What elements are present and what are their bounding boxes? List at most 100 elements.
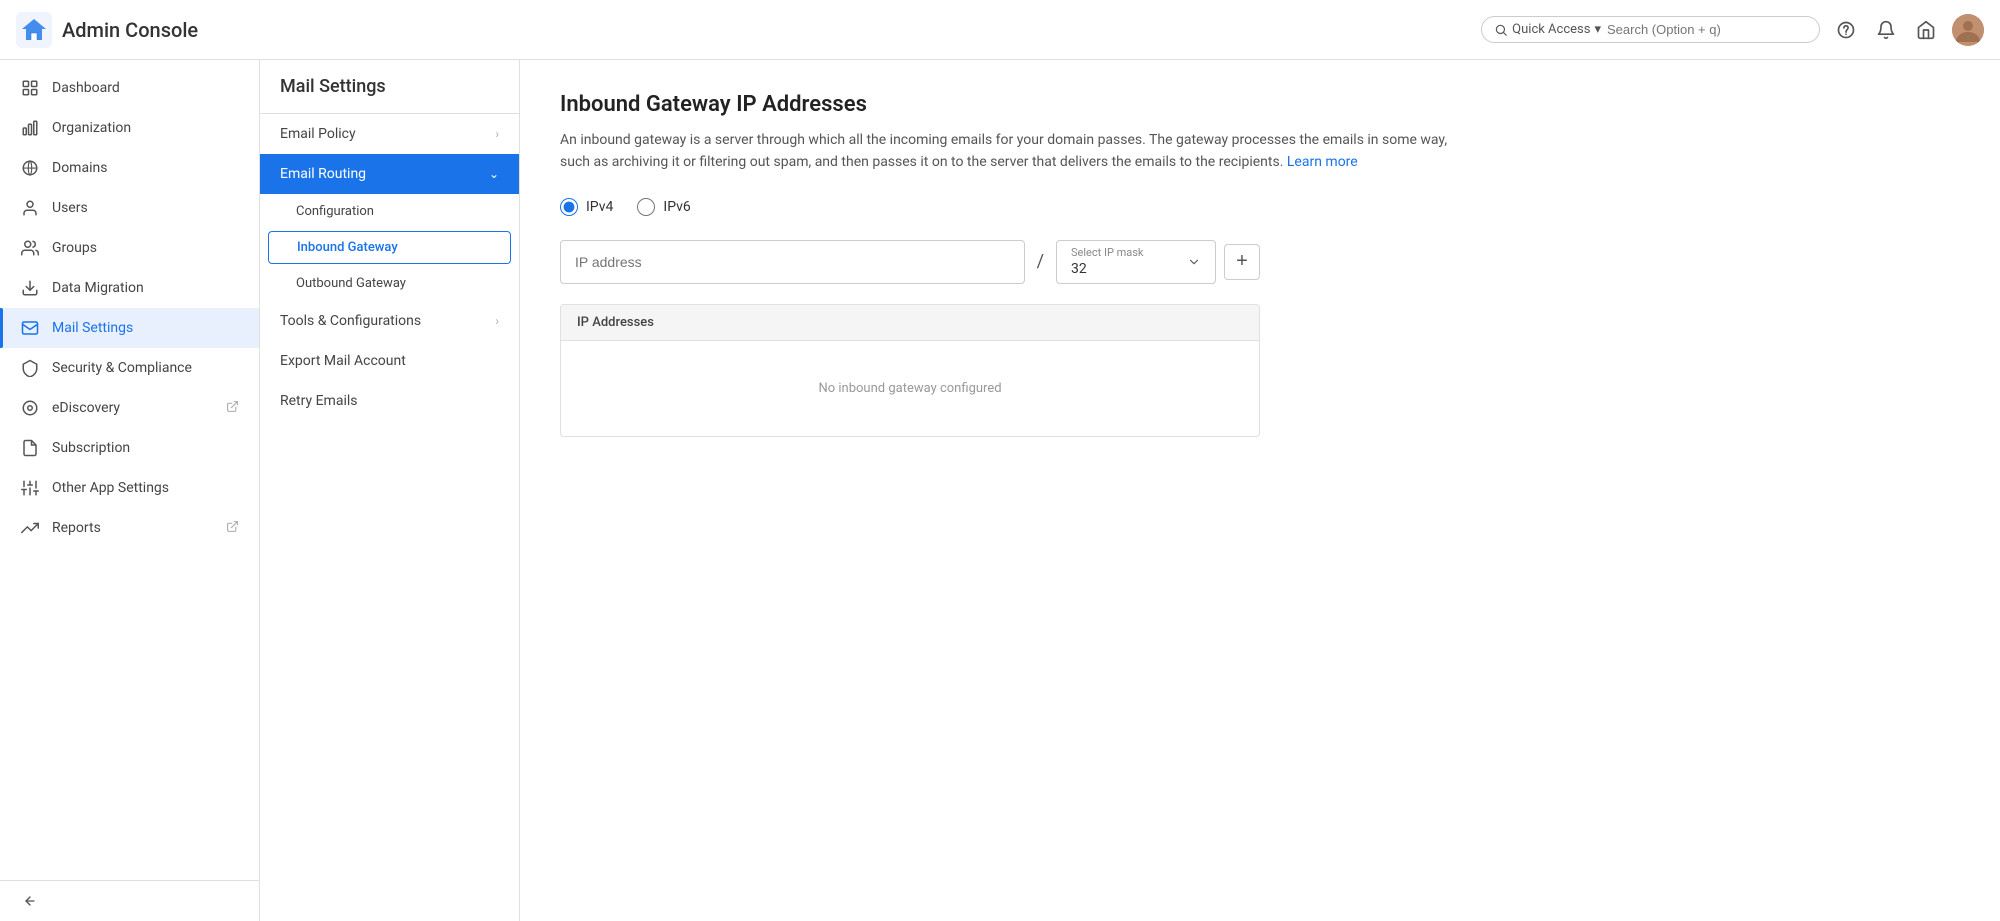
sidebar-bottom: [0, 880, 259, 921]
sec-nav-label-configuration: Configuration: [296, 204, 374, 219]
globe-icon: [20, 158, 40, 178]
ipv6-radio-input[interactable]: [637, 198, 655, 216]
sidebar-item-security-compliance[interactable]: Security & Compliance: [0, 348, 259, 388]
sidebar-item-domains[interactable]: Domains: [0, 148, 259, 188]
app-title: Admin Console: [62, 18, 198, 42]
sec-nav-label-inbound-gateway: Inbound Gateway: [297, 240, 398, 255]
ip-address-input[interactable]: [560, 240, 1025, 284]
sidebar-item-other-app-settings[interactable]: Other App Settings: [0, 468, 259, 508]
sidebar: Dashboard Organization Domains: [0, 60, 260, 921]
sidebar-label-ediscovery: eDiscovery: [52, 400, 214, 416]
mail-icon: [20, 318, 40, 338]
sec-nav-email-policy[interactable]: Email Policy ›: [260, 114, 519, 154]
avatar[interactable]: [1952, 14, 1984, 46]
top-header: Admin Console Quick Access ▾: [0, 0, 2000, 60]
ip-addresses-table: IP Addresses No inbound gateway configur…: [560, 304, 1260, 437]
sidebar-item-users[interactable]: Users: [0, 188, 259, 228]
sidebar-item-mail-settings[interactable]: Mail Settings: [0, 308, 259, 348]
user-icon: [20, 198, 40, 218]
home-icon: [16, 12, 52, 48]
ipv6-radio-option[interactable]: IPv6: [637, 198, 690, 216]
disc-icon: [20, 398, 40, 418]
ipv6-radio-label: IPv6: [663, 199, 690, 215]
avatar-image: [1952, 14, 1984, 46]
sidebar-label-domains: Domains: [52, 160, 239, 176]
collapse-icon: [20, 893, 36, 909]
sec-nav-inbound-gateway[interactable]: Inbound Gateway: [268, 231, 511, 264]
add-ip-button[interactable]: +: [1224, 244, 1260, 280]
external-icon-reports: [226, 520, 239, 536]
chevron-right-icon-email-policy: ›: [495, 127, 499, 141]
sec-nav-retry-emails[interactable]: Retry Emails: [260, 381, 519, 421]
sidebar-label-groups: Groups: [52, 240, 239, 256]
external-icon-ediscovery: [226, 400, 239, 416]
learn-more-link[interactable]: Learn more: [1287, 154, 1358, 170]
sidebar-label-security-compliance: Security & Compliance: [52, 360, 239, 376]
ip-table-empty-message: No inbound gateway configured: [561, 341, 1259, 436]
sidebar-label-dashboard: Dashboard: [52, 80, 239, 96]
sec-nav-configuration[interactable]: Configuration: [260, 194, 519, 229]
sec-nav-tools-configurations[interactable]: Tools & Configurations ›: [260, 301, 519, 341]
slash-divider: /: [1033, 251, 1048, 272]
chevron-right-icon-tools: ›: [495, 314, 499, 328]
page-title: Inbound Gateway IP Addresses: [560, 92, 1960, 117]
sidebar-item-reports[interactable]: Reports: [0, 508, 259, 548]
sidebar-item-dashboard[interactable]: Dashboard: [0, 68, 259, 108]
sidebar-item-ediscovery[interactable]: eDiscovery: [0, 388, 259, 428]
sec-nav-outbound-gateway[interactable]: Outbound Gateway: [260, 266, 519, 301]
home-nav-icon-btn[interactable]: [1912, 16, 1940, 44]
chevron-down-icon-email-routing: ⌄: [489, 167, 499, 181]
sec-nav-label-tools-configurations: Tools & Configurations: [280, 313, 421, 329]
sec-nav-label-retry-emails: Retry Emails: [280, 393, 357, 409]
download-icon: [20, 278, 40, 298]
sec-nav-label-email-routing: Email Routing: [280, 166, 366, 182]
file-icon: [20, 438, 40, 458]
search-icon: [1494, 23, 1508, 37]
sidebar-item-data-migration[interactable]: Data Migration: [0, 268, 259, 308]
secondary-nav: Mail Settings Email Policy › Email Routi…: [260, 60, 520, 921]
ip-mask-hint: Select IP mask: [1071, 246, 1144, 259]
sidebar-label-data-migration: Data Migration: [52, 280, 239, 296]
search-input[interactable]: [1607, 22, 1807, 37]
email-routing-submenu: Configuration Inbound Gateway Outbound G…: [260, 194, 519, 301]
ip-version-radio-group: IPv4 IPv6: [560, 198, 1960, 216]
grid-icon: [20, 78, 40, 98]
sidebar-label-reports: Reports: [52, 520, 214, 536]
sidebar-item-groups[interactable]: Groups: [0, 228, 259, 268]
sliders-icon: [20, 478, 40, 498]
quick-access-btn[interactable]: Quick Access ▾: [1494, 22, 1601, 37]
sidebar-label-other-app-settings: Other App Settings: [52, 480, 239, 496]
ipv4-radio-input[interactable]: [560, 198, 578, 216]
ipv4-radio-option[interactable]: IPv4: [560, 198, 613, 216]
sidebar-item-subscription[interactable]: Subscription: [0, 428, 259, 468]
sec-nav-email-routing[interactable]: Email Routing ⌄: [260, 154, 519, 194]
sidebar-label-users: Users: [52, 200, 239, 216]
chevron-down-icon: [1187, 255, 1201, 269]
trending-up-icon: [20, 518, 40, 538]
ip-table-header: IP Addresses: [561, 305, 1259, 341]
bar-chart-icon: [20, 118, 40, 138]
logo-area: Admin Console: [16, 12, 276, 48]
help-icon-btn[interactable]: [1832, 16, 1860, 44]
sidebar-label-subscription: Subscription: [52, 440, 239, 456]
main-content: Inbound Gateway IP Addresses An inbound …: [520, 60, 2000, 921]
sec-nav-label-outbound-gateway: Outbound Gateway: [296, 276, 406, 291]
sec-nav-export-mail-account[interactable]: Export Mail Account: [260, 341, 519, 381]
help-icon: [1836, 20, 1856, 40]
users-icon: [20, 238, 40, 258]
collapse-sidebar-btn[interactable]: [20, 893, 239, 909]
sidebar-nav: Dashboard Organization Domains: [0, 60, 259, 880]
bell-icon: [1876, 20, 1896, 40]
notification-icon-btn[interactable]: [1872, 16, 1900, 44]
ip-mask-label-text: Select IP mask 32: [1071, 246, 1144, 277]
ip-mask-value: 32: [1071, 261, 1144, 277]
house-icon: [1916, 20, 1936, 40]
ipv4-radio-label: IPv4: [586, 199, 613, 215]
secondary-nav-title: Mail Settings: [260, 60, 519, 114]
ip-mask-dropdown[interactable]: Select IP mask 32: [1056, 240, 1216, 284]
shield-icon: [20, 358, 40, 378]
sidebar-item-organization[interactable]: Organization: [0, 108, 259, 148]
header-right: Quick Access ▾: [1481, 14, 1984, 46]
sidebar-label-mail-settings: Mail Settings: [52, 320, 239, 336]
search-bar-container[interactable]: Quick Access ▾: [1481, 16, 1820, 43]
